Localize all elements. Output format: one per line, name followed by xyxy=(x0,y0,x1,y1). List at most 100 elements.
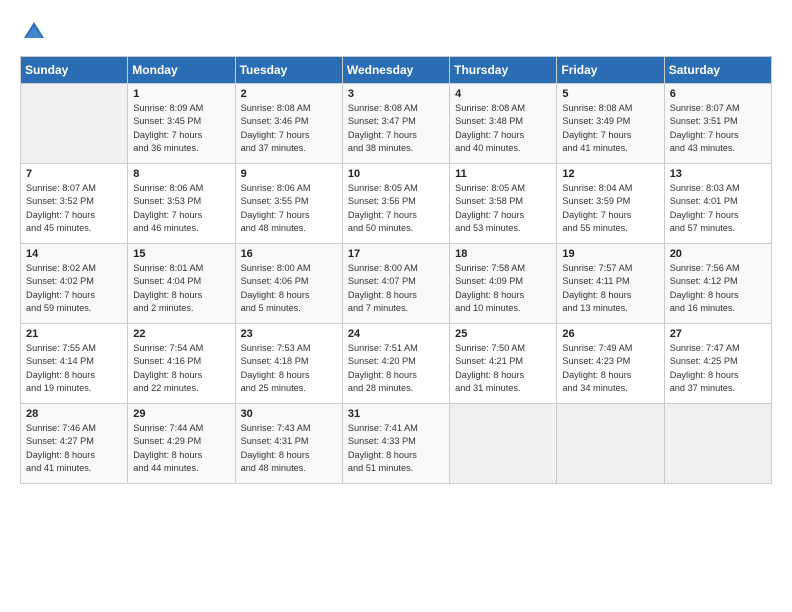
day-cell: 5Sunrise: 8:08 AMSunset: 3:49 PMDaylight… xyxy=(557,84,664,164)
day-cell: 25 Sunrise: 7:50 AMSunset: 4:21 PMDayligh… xyxy=(450,324,557,404)
day-cell xyxy=(557,404,664,484)
day-number: 7 xyxy=(26,168,122,180)
day-info: Sunrise: 8:06 AMSunset: 3:53 PMDaylight:… xyxy=(133,182,229,235)
day-number: 12 xyxy=(562,168,658,180)
day-cell: 24 Sunrise: 7:51 AMSunset: 4:20 PMDayligh… xyxy=(342,324,449,404)
logo-icon xyxy=(20,18,48,46)
day-number: 9 xyxy=(241,168,337,180)
day-number: 22 xyxy=(133,328,229,340)
day-info: Sunrise: 8:05 AMSunset: 3:56 PMDaylight:… xyxy=(348,182,444,235)
day-number: 16 xyxy=(241,248,337,260)
col-header-tuesday: Tuesday xyxy=(235,57,342,84)
day-cell xyxy=(21,84,128,164)
day-info: Sunrise: 8:00 AMSunset: 4:07 PMDaylight:… xyxy=(348,262,444,315)
day-cell: 18 Sunrise: 7:58 AMSunset: 4:09 PMDayligh… xyxy=(450,244,557,324)
day-number: 30 xyxy=(241,408,337,420)
day-number: 24 xyxy=(348,328,444,340)
day-info: Sunrise: 7:55 AMSunset: 4:14 PMDaylight:… xyxy=(26,342,122,395)
day-info: Sunrise: 7:47 AMSunset: 4:25 PMDaylight:… xyxy=(670,342,766,395)
header xyxy=(20,18,772,46)
col-header-friday: Friday xyxy=(557,57,664,84)
day-cell: 27 Sunrise: 7:47 AMSunset: 4:25 PMDayligh… xyxy=(664,324,771,404)
day-number: 20 xyxy=(670,248,766,260)
day-info: Sunrise: 8:08 AMSunset: 3:47 PMDaylight:… xyxy=(348,102,444,155)
day-number: 10 xyxy=(348,168,444,180)
day-number: 14 xyxy=(26,248,122,260)
day-info: Sunrise: 8:04 AMSunset: 3:59 PMDaylight:… xyxy=(562,182,658,235)
day-info: Sunrise: 7:50 AMSunset: 4:21 PMDaylight:… xyxy=(455,342,551,395)
day-cell: 28 Sunrise: 7:46 AMSunset: 4:27 PMDayligh… xyxy=(21,404,128,484)
day-cell: 17 Sunrise: 8:00 AMSunset: 4:07 PMDayligh… xyxy=(342,244,449,324)
day-info: Sunrise: 7:58 AMSunset: 4:09 PMDaylight:… xyxy=(455,262,551,315)
day-number: 17 xyxy=(348,248,444,260)
day-number: 18 xyxy=(455,248,551,260)
day-cell: 6Sunrise: 8:07 AMSunset: 3:51 PMDaylight… xyxy=(664,84,771,164)
day-cell: 31 Sunrise: 7:41 AMSunset: 4:33 PMDayligh… xyxy=(342,404,449,484)
day-number: 13 xyxy=(670,168,766,180)
day-info: Sunrise: 8:08 AMSunset: 3:48 PMDaylight:… xyxy=(455,102,551,155)
day-info: Sunrise: 7:56 AMSunset: 4:12 PMDaylight:… xyxy=(670,262,766,315)
day-cell: 2 Sunrise: 8:08 AMSunset: 3:46 PMDaylight… xyxy=(235,84,342,164)
week-row-2: 7 Sunrise: 8:07 AMSunset: 3:52 PMDaylight… xyxy=(21,164,772,244)
col-header-thursday: Thursday xyxy=(450,57,557,84)
week-row-1: 1 Sunrise: 8:09 AMSunset: 3:45 PMDaylight… xyxy=(21,84,772,164)
day-number: 28 xyxy=(26,408,122,420)
logo xyxy=(20,18,52,46)
day-number: 29 xyxy=(133,408,229,420)
calendar-table: SundayMondayTuesdayWednesdayThursdayFrid… xyxy=(20,56,772,484)
day-cell: 21 Sunrise: 7:55 AMSunset: 4:14 PMDayligh… xyxy=(21,324,128,404)
day-info: Sunrise: 7:44 AMSunset: 4:29 PMDaylight:… xyxy=(133,422,229,475)
day-info: Sunrise: 8:01 AMSunset: 4:04 PMDaylight:… xyxy=(133,262,229,315)
day-cell: 19 Sunrise: 7:57 AMSunset: 4:11 PMDayligh… xyxy=(557,244,664,324)
day-info: Sunrise: 8:02 AMSunset: 4:02 PMDaylight:… xyxy=(26,262,122,315)
day-cell: 20 Sunrise: 7:56 AMSunset: 4:12 PMDayligh… xyxy=(664,244,771,324)
day-number: 21 xyxy=(26,328,122,340)
day-info: Sunrise: 7:51 AMSunset: 4:20 PMDaylight:… xyxy=(348,342,444,395)
day-number: 27 xyxy=(670,328,766,340)
day-cell xyxy=(450,404,557,484)
day-number: 23 xyxy=(241,328,337,340)
day-number: 2 xyxy=(241,88,337,100)
header-row: SundayMondayTuesdayWednesdayThursdayFrid… xyxy=(21,57,772,84)
day-number: 4 xyxy=(455,88,551,100)
day-cell: 11 Sunrise: 8:05 AMSunset: 3:58 PMDayligh… xyxy=(450,164,557,244)
day-info: Sunrise: 7:46 AMSunset: 4:27 PMDaylight:… xyxy=(26,422,122,475)
day-number: 26 xyxy=(562,328,658,340)
day-number: 1 xyxy=(133,88,229,100)
day-cell: 15Sunrise: 8:01 AMSunset: 4:04 PMDayligh… xyxy=(128,244,235,324)
day-number: 5 xyxy=(562,88,658,100)
day-cell: 10 Sunrise: 8:05 AMSunset: 3:56 PMDayligh… xyxy=(342,164,449,244)
day-info: Sunrise: 8:00 AMSunset: 4:06 PMDaylight:… xyxy=(241,262,337,315)
day-cell: 26Sunrise: 7:49 AMSunset: 4:23 PMDayligh… xyxy=(557,324,664,404)
day-cell: 4 Sunrise: 8:08 AMSunset: 3:48 PMDaylight… xyxy=(450,84,557,164)
day-info: Sunrise: 7:41 AMSunset: 4:33 PMDaylight:… xyxy=(348,422,444,475)
col-header-wednesday: Wednesday xyxy=(342,57,449,84)
day-number: 25 xyxy=(455,328,551,340)
day-cell: 8 Sunrise: 8:06 AMSunset: 3:53 PMDaylight… xyxy=(128,164,235,244)
day-number: 3 xyxy=(348,88,444,100)
day-cell: 9 Sunrise: 8:06 AMSunset: 3:55 PMDaylight… xyxy=(235,164,342,244)
day-cell: 30Sunrise: 7:43 AMSunset: 4:31 PMDayligh… xyxy=(235,404,342,484)
day-cell: 3 Sunrise: 8:08 AMSunset: 3:47 PMDaylight… xyxy=(342,84,449,164)
day-number: 8 xyxy=(133,168,229,180)
day-cell: 1 Sunrise: 8:09 AMSunset: 3:45 PMDaylight… xyxy=(128,84,235,164)
day-info: Sunrise: 8:09 AMSunset: 3:45 PMDaylight:… xyxy=(133,102,229,155)
day-info: Sunrise: 7:57 AMSunset: 4:11 PMDaylight:… xyxy=(562,262,658,315)
day-info: Sunrise: 8:06 AMSunset: 3:55 PMDaylight:… xyxy=(241,182,337,235)
day-info: Sunrise: 8:03 AMSunset: 4:01 PMDaylight:… xyxy=(670,182,766,235)
day-cell: 16 Sunrise: 8:00 AMSunset: 4:06 PMDayligh… xyxy=(235,244,342,324)
day-info: Sunrise: 7:53 AMSunset: 4:18 PMDaylight:… xyxy=(241,342,337,395)
week-row-4: 21 Sunrise: 7:55 AMSunset: 4:14 PMDayligh… xyxy=(21,324,772,404)
day-number: 31 xyxy=(348,408,444,420)
day-cell: 12 Sunrise: 8:04 AMSunset: 3:59 PMDayligh… xyxy=(557,164,664,244)
day-info: Sunrise: 8:07 AMSunset: 3:51 PMDaylight:… xyxy=(670,102,766,155)
day-info: Sunrise: 8:05 AMSunset: 3:58 PMDaylight:… xyxy=(455,182,551,235)
day-number: 19 xyxy=(562,248,658,260)
day-info: Sunrise: 8:07 AMSunset: 3:52 PMDaylight:… xyxy=(26,182,122,235)
day-cell: 14 Sunrise: 8:02 AMSunset: 4:02 PMDayligh… xyxy=(21,244,128,324)
day-number: 11 xyxy=(455,168,551,180)
week-row-5: 28 Sunrise: 7:46 AMSunset: 4:27 PMDayligh… xyxy=(21,404,772,484)
col-header-sunday: Sunday xyxy=(21,57,128,84)
day-info: Sunrise: 8:08 AMSunset: 3:46 PMDaylight:… xyxy=(241,102,337,155)
day-cell: 7 Sunrise: 8:07 AMSunset: 3:52 PMDaylight… xyxy=(21,164,128,244)
